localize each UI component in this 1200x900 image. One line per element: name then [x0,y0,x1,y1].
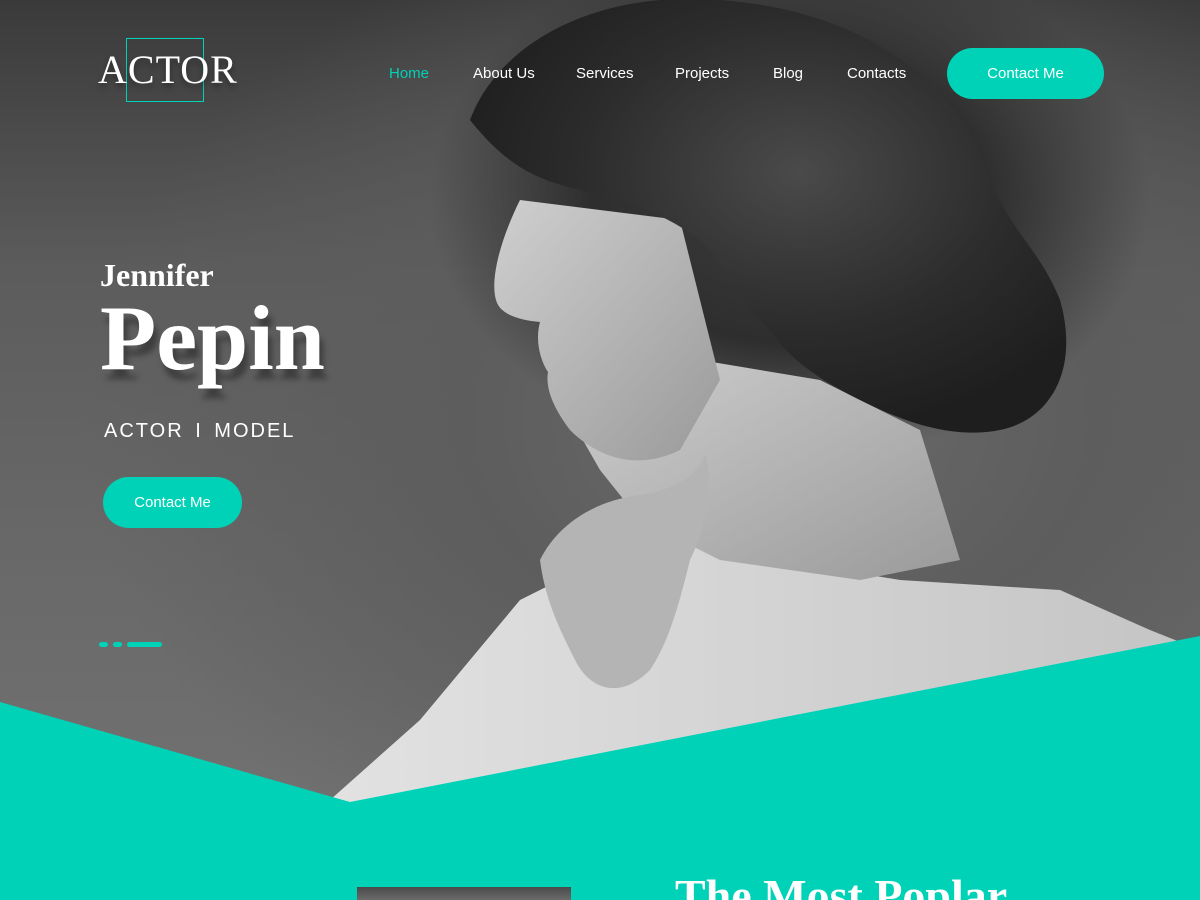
nav-projects[interactable]: Projects [675,60,729,88]
logo-text: ACTOR [98,47,238,92]
hero-contact-button[interactable]: Contact Me [103,477,242,528]
nav-home[interactable]: Home [389,60,429,88]
hero-subtitle: ACTOR I MODEL [104,420,296,442]
teal-divider-shape [0,636,1200,900]
header-contact-button[interactable]: Contact Me [947,48,1104,99]
slider-dot-3-active[interactable] [127,642,162,647]
site-logo[interactable]: ACTOR [98,38,248,102]
section-title: The Most Poplar [675,870,1008,900]
nav-blog[interactable]: Blog [773,60,803,88]
slider-dot-2[interactable] [113,642,122,647]
slider-pagination [99,642,169,648]
nav-about-us[interactable]: About Us [473,60,535,88]
nav-contacts[interactable]: Contacts [847,60,906,88]
hero-last-name: Pepin [100,287,325,389]
nav-services[interactable]: Services [576,60,634,88]
slider-dot-1[interactable] [99,642,108,647]
hero-section: ACTOR Home About Us Services Projects Bl… [0,0,1200,900]
section-thumbnail-image [357,887,571,900]
